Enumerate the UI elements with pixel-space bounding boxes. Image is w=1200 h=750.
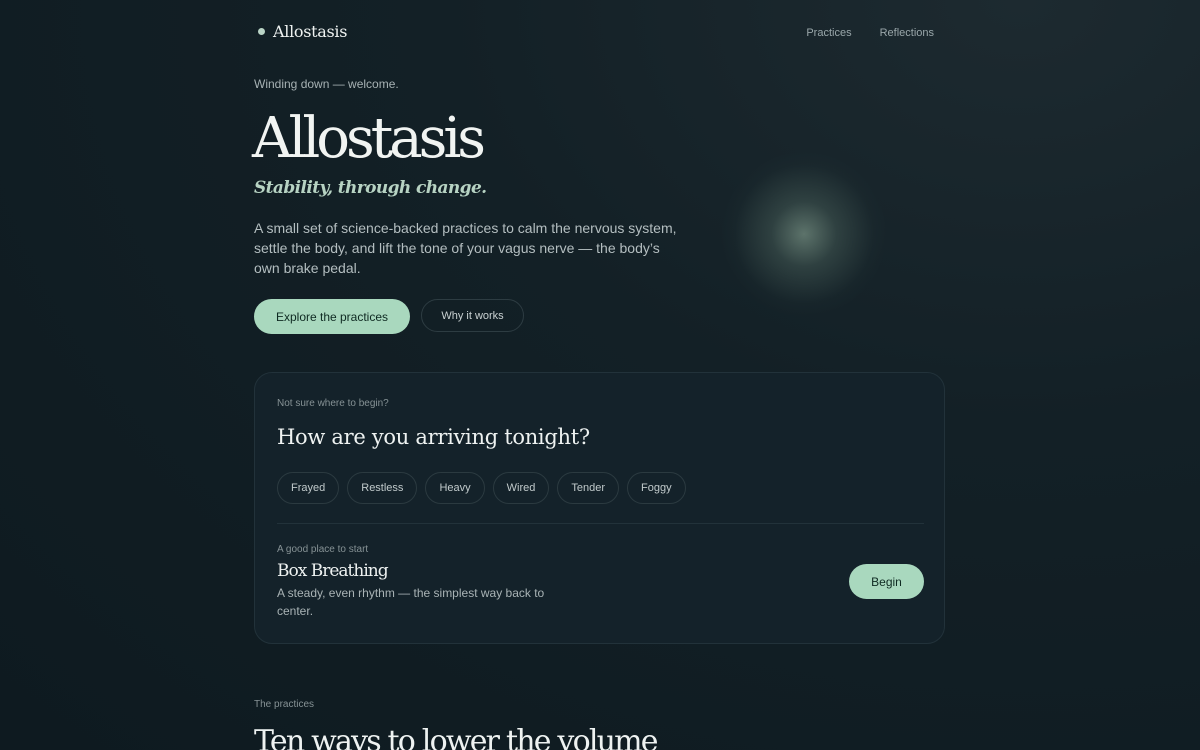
nav-link-reflections[interactable]: Reflections: [880, 27, 934, 39]
nav-links: Practices Reflections: [806, 27, 934, 39]
explore-practices-button[interactable]: Explore the practices: [254, 299, 410, 334]
top-nav: Allostasis Practices Reflections: [254, 22, 946, 48]
recommendation-eyebrow: A good place to start: [277, 544, 369, 555]
breathing-orb: [722, 152, 886, 316]
recommendation-description: A steady, even rhythm — the simplest way…: [277, 586, 545, 618]
checkin-question: How are you arriving tonight?: [277, 425, 590, 449]
checkin-card: Not sure where to begin? How are you arr…: [254, 372, 945, 644]
brand-logo[interactable]: Allostasis: [254, 22, 347, 41]
begin-button[interactable]: Begin: [849, 564, 924, 599]
checkin-eyebrow: Not sure where to begin?: [277, 398, 389, 409]
practices-title: Ten ways to lower the volume: [254, 724, 659, 750]
mood-frayed[interactable]: Frayed: [277, 472, 340, 504]
brand-name: Allostasis: [273, 22, 348, 41]
recommendation-title: Box Breathing: [277, 561, 389, 581]
practices-eyebrow: The practices: [254, 699, 315, 710]
mood-restless[interactable]: Restless: [347, 472, 418, 504]
hero-title: Allostasis: [252, 106, 486, 171]
hero-intro: A small set of science-backed practices …: [254, 220, 677, 276]
mood-options: Frayed Restless Heavy Wired Tender Foggy: [277, 472, 686, 504]
greeting-text: Winding down — welcome.: [254, 77, 399, 91]
brand-dot-icon: [258, 28, 265, 35]
nav-link-practices[interactable]: Practices: [806, 27, 851, 39]
mood-foggy[interactable]: Foggy: [627, 472, 686, 504]
hero-tagline: Stability, through change.: [254, 178, 487, 198]
mood-tender[interactable]: Tender: [557, 472, 619, 504]
why-it-works-button[interactable]: Why it works: [421, 299, 524, 332]
mood-wired[interactable]: Wired: [492, 472, 550, 504]
mood-heavy[interactable]: Heavy: [425, 472, 485, 504]
card-divider: [277, 523, 924, 524]
